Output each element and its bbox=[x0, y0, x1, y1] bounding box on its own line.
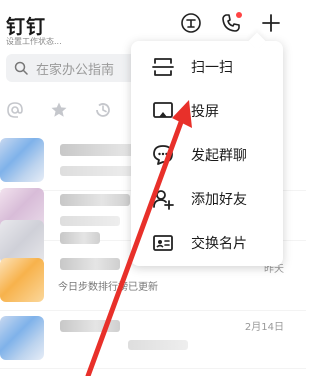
menu-item-add-friend[interactable]: 添加好友 bbox=[131, 177, 283, 221]
menu-item-scan[interactable]: 扫一扫 bbox=[131, 45, 283, 89]
chat-list-item[interactable]: 2月14日 bbox=[0, 308, 306, 369]
chat-name-redacted bbox=[60, 194, 130, 206]
history-icon[interactable] bbox=[94, 101, 112, 119]
quick-filters bbox=[6, 101, 136, 121]
search-bar[interactable]: 在家办公指南 bbox=[6, 54, 146, 82]
plus-icon bbox=[262, 14, 280, 32]
chat-name-redacted bbox=[60, 232, 100, 244]
chat-name-redacted bbox=[60, 258, 120, 270]
avatar bbox=[0, 138, 44, 182]
menu-item-screen-cast[interactable]: 投屏 bbox=[131, 89, 283, 133]
menu-item-label: 添加好友 bbox=[191, 192, 247, 208]
add-menu-button[interactable] bbox=[260, 12, 282, 34]
chat-preview-redacted bbox=[60, 166, 140, 176]
chat-preview-redacted bbox=[128, 340, 188, 350]
ding-icon bbox=[181, 13, 201, 33]
menu-item-group-chat[interactable]: 发起群聊 bbox=[131, 133, 283, 177]
scan-icon bbox=[151, 55, 175, 79]
dingtalk-messages-screen: 钉钉 设置工作状态... 在家办公指南 今日步数排行榜已更新 昨天 2月14日 … bbox=[0, 0, 306, 376]
menu-item-label: 交换名片 bbox=[191, 236, 247, 252]
at-icon[interactable] bbox=[6, 101, 24, 119]
page-title: 钉钉 bbox=[6, 16, 47, 38]
menu-item-label: 扫一扫 bbox=[191, 60, 233, 76]
screen-cast-icon bbox=[151, 99, 175, 123]
search-placeholder: 在家办公指南 bbox=[36, 62, 115, 78]
menu-item-business-card[interactable]: 交换名片 bbox=[131, 221, 283, 265]
chat-preview: 今日步数排行榜已更新 bbox=[58, 282, 158, 293]
chat-time: 2月14日 bbox=[244, 322, 284, 333]
ding-button[interactable] bbox=[180, 12, 202, 34]
add-popup-menu: 扫一扫 投屏 发起群聊 添加好友 交换名片 bbox=[131, 32, 283, 266]
group-chat-icon bbox=[151, 143, 175, 167]
star-icon[interactable] bbox=[50, 101, 68, 119]
search-icon bbox=[14, 61, 28, 75]
call-button[interactable] bbox=[220, 12, 242, 34]
notification-dot bbox=[236, 12, 242, 18]
chat-name-redacted bbox=[60, 320, 120, 332]
menu-item-label: 发起群聊 bbox=[191, 148, 247, 164]
add-friend-icon bbox=[151, 187, 175, 211]
business-card-icon bbox=[151, 231, 175, 255]
avatar bbox=[0, 258, 44, 302]
avatar bbox=[0, 316, 44, 360]
status-setting-link[interactable]: 设置工作状态... bbox=[6, 36, 62, 47]
menu-item-label: 投屏 bbox=[191, 104, 219, 120]
